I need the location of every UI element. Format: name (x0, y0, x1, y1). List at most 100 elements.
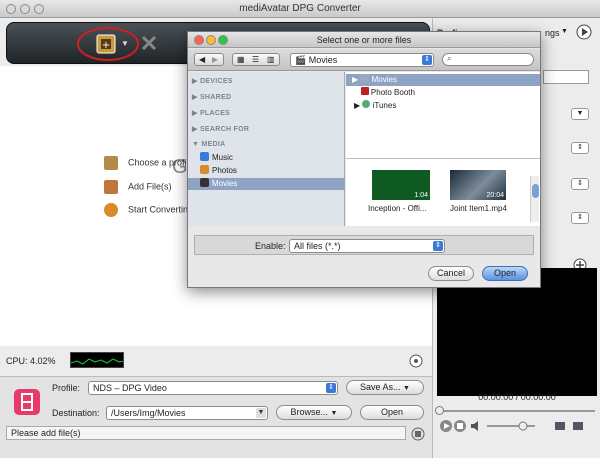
search-field[interactable]: ⌕ (442, 53, 534, 66)
profile-select[interactable]: NDS – DPG Video ⇕ (88, 381, 338, 395)
view-mode-buttons[interactable]: ▦ ☰ ▥ (232, 53, 280, 66)
vertical-scrollbar[interactable] (530, 176, 539, 222)
section-devices[interactable]: ▶ DEVICES (192, 77, 233, 85)
log-icon[interactable] (411, 427, 425, 441)
device-logo-icon (14, 389, 40, 415)
icon-view-icon[interactable]: ▦ (237, 55, 245, 64)
back-forward-buttons[interactable]: ◀ ▶ (194, 53, 224, 66)
timecode: 00:00:00 / 00:00:00 (478, 392, 556, 402)
media-browser: ▶ Movies Photo Booth ▶ iTunes 1:04 20:04… (346, 72, 540, 226)
next-icon[interactable] (576, 24, 592, 40)
open-file-dialog: Select one or more files ◀ ▶ ▦ ☰ ▥ 🎬 Mov… (187, 31, 541, 288)
browser-item-itunes[interactable]: ▶ iTunes (350, 100, 536, 112)
chevron-down-icon[interactable]: ▼ (561, 28, 568, 35)
status-bar: Please add file(s) (6, 426, 406, 440)
chevron-down-icon: ▼ (330, 410, 338, 417)
seek-handle[interactable] (435, 406, 444, 415)
location-select[interactable]: 🎬 Movies ⇕ (290, 53, 434, 67)
settings-gear-icon[interactable] (409, 354, 423, 368)
output-settings-panel: Profile: NDS – DPG Video ⇕ Save As... ▼ … (0, 376, 432, 458)
sidebar-item-movies[interactable]: Movies (188, 178, 345, 190)
zoom-window-button[interactable] (34, 4, 44, 14)
window-title: mediAvatar DPG Converter (239, 3, 361, 14)
title-bar: mediAvatar DPG Converter (0, 0, 600, 18)
settings-select-4[interactable]: ⇕ (571, 212, 589, 224)
chevron-down-icon: ▼ (256, 408, 266, 418)
sidebar-item-photos[interactable]: Photos (200, 165, 345, 177)
close-window-button[interactable] (6, 4, 16, 14)
save-as-button[interactable]: Save As... ▼ (346, 380, 424, 395)
dropdown-arrow-icon[interactable]: ▼ (121, 39, 129, 48)
browse-button[interactable]: Browse... ▼ (276, 405, 352, 420)
choose-profile-step: Choose a profi (104, 156, 187, 170)
seek-slider[interactable] (435, 406, 595, 415)
open-destination-button[interactable]: Open (360, 405, 424, 420)
search-icon: ⌕ (447, 54, 452, 63)
movies-folder-icon: 🎬 (295, 55, 307, 65)
section-media[interactable]: ▼ MEDIA (192, 141, 226, 148)
movies-clapper-icon (200, 178, 209, 187)
scroll-thumb[interactable] (532, 184, 539, 198)
browser-item-photo-booth[interactable]: Photo Booth (350, 87, 536, 99)
thumb-duration: 1:04 (414, 192, 428, 199)
dialog-zoom-button[interactable] (218, 35, 228, 45)
destination-label: Destination: (52, 408, 100, 418)
settings-select-3[interactable]: ⇕ (571, 178, 589, 190)
cancel-button[interactable]: Cancel (428, 266, 474, 281)
music-note-icon (200, 152, 209, 161)
thumb-duration: 20:04 (486, 192, 504, 199)
section-shared[interactable]: ▶ SHARED (192, 93, 231, 101)
dialog-minimize-button[interactable] (206, 35, 216, 45)
add-file-icon (104, 180, 118, 194)
itunes-icon (362, 100, 371, 108)
dialog-open-button[interactable]: Open (482, 266, 528, 281)
settings-header-tail: ngs (545, 28, 560, 38)
enable-label: Enable: (255, 241, 286, 251)
browser-item-movies[interactable]: ▶ Movies (346, 74, 540, 86)
remove-icon[interactable] (139, 33, 159, 53)
profile-label: Profile: (52, 383, 81, 393)
dialog-title-bar: Select one or more files (188, 32, 540, 48)
minimize-window-button[interactable] (20, 4, 30, 14)
thumb-label: Joint Item1.mp4 (450, 204, 507, 213)
cpu-graph (70, 352, 124, 368)
forward-arrow-icon[interactable]: ▶ (212, 55, 218, 64)
playback-controls (440, 420, 583, 432)
section-search-for[interactable]: ▶ SEARCH FOR (192, 125, 249, 133)
thumb-label: Inception - Offi... (368, 204, 427, 213)
settings-select-1[interactable]: ▼ (571, 108, 589, 120)
list-view-icon[interactable]: ☰ (252, 55, 259, 64)
app-window: mediAvatar DPG Converter + ▼ G Choose a … (0, 0, 600, 458)
section-places[interactable]: ▶ PLACES (192, 109, 230, 117)
settings-select-2[interactable]: ⇕ (571, 142, 589, 154)
convert-icon (104, 203, 118, 217)
dialog-title: Select one or more files (316, 35, 412, 45)
dialog-sidebar: ▶ DEVICES ▶ SHARED ▶ PLACES ▶ SEARCH FOR… (188, 72, 345, 226)
pane-divider[interactable] (346, 158, 540, 159)
start-converting-step: Start Convertin (104, 203, 188, 217)
photos-icon (200, 165, 209, 174)
thumb-inception[interactable]: 1:04 (372, 170, 430, 200)
file-type-select[interactable]: All files (*.*) ⇕ (289, 239, 445, 253)
cpu-label: CPU: 4.02% (6, 356, 56, 366)
folder-icon (360, 74, 370, 82)
photo-booth-icon (360, 87, 369, 95)
highlight-ring-icon (77, 27, 139, 61)
cpu-row: CPU: 4.02% (0, 348, 432, 374)
profile-icon (104, 156, 118, 170)
destination-field[interactable]: /Users/Img/Movies ▼ (106, 406, 268, 420)
back-arrow-icon[interactable]: ◀ (199, 55, 205, 64)
thumb-joint-item[interactable]: 20:04 (450, 170, 506, 200)
select-arrow-icon: ⇕ (422, 55, 432, 65)
chevron-down-icon: ▼ (403, 385, 410, 392)
cpu-graph-lines (71, 358, 123, 365)
dialog-toolbar: ◀ ▶ ▦ ☰ ▥ 🎬 Movies ⇕ ⌕ (188, 49, 540, 71)
sidebar-item-music[interactable]: Music (200, 152, 345, 164)
dialog-close-button[interactable] (194, 35, 204, 45)
add-files-step: Add File(s) (104, 180, 172, 194)
column-view-icon[interactable]: ▥ (267, 55, 275, 64)
enable-filter-row: Enable: All files (*.*) ⇕ (194, 235, 534, 255)
select-arrow-icon: ⇕ (433, 241, 443, 251)
select-arrow-icon: ⇕ (326, 383, 336, 393)
settings-text-field[interactable] (543, 70, 589, 84)
